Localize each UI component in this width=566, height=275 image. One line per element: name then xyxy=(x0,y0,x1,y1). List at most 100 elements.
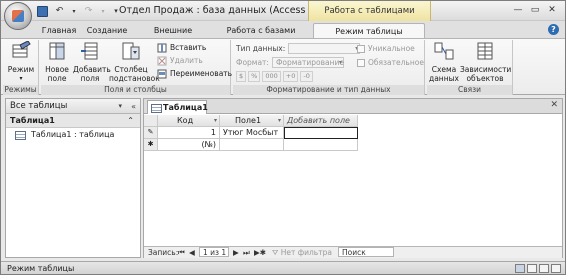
navigation-pane: Все таблицы ▾ « Таблица1 ⌃ Таблица1 : та… xyxy=(5,98,141,258)
ribbon: Режим ▾ Режимы Новое поле Добавить поля … xyxy=(1,38,565,95)
office-button[interactable] xyxy=(4,2,32,30)
minimize-icon[interactable]: — xyxy=(511,4,525,16)
percent-format-button[interactable]: % xyxy=(248,71,261,82)
datasheet-view-icon xyxy=(12,40,31,58)
datasheet-view-button[interactable] xyxy=(515,264,525,273)
no-filter-button[interactable]: ⛛ Нет фильтра xyxy=(272,247,332,258)
nav-pane-header[interactable]: Все таблицы ▾ « xyxy=(6,99,140,114)
unique-label: Уникальное xyxy=(368,44,415,53)
relationships-label: Схема данных xyxy=(429,65,459,83)
nav-pane-title: Все таблицы xyxy=(10,101,68,111)
tab-database-tools[interactable]: Работа с базами данных xyxy=(215,23,307,50)
cell-field1[interactable]: Утюг Мосбыт xyxy=(220,127,284,139)
object-dependencies-label: Зависимости объектов xyxy=(460,65,512,83)
record-position-input[interactable]: 1 из 1 xyxy=(199,247,229,257)
relationships-button[interactable]: Схема данных xyxy=(429,41,459,83)
delete-column-button[interactable]: Удалить xyxy=(157,56,203,66)
required-checkbox-row[interactable]: Обязательное xyxy=(357,57,424,68)
format-dropdown-icon: ▾ xyxy=(338,59,342,66)
currency-format-button[interactable]: $ xyxy=(236,71,247,82)
column-header-field1[interactable]: Поле1 ▾ xyxy=(220,115,284,127)
pivot-chart-view-button[interactable] xyxy=(539,264,549,273)
thousands-format-button[interactable]: 000 xyxy=(262,71,281,82)
view-button-label: Режим xyxy=(7,65,35,74)
row-selector-new[interactable]: ✱ xyxy=(144,139,158,151)
nav-menu-chevron-icon[interactable]: ▾ xyxy=(118,99,122,114)
cell-add-field-new[interactable] xyxy=(284,139,358,151)
new-record-icon[interactable]: ▶✱ xyxy=(254,247,266,258)
cell-field1-new[interactable] xyxy=(220,139,284,151)
cell-id-new[interactable]: (№) xyxy=(158,139,220,151)
view-switcher xyxy=(515,264,561,273)
tab-datasheet[interactable]: Режим таблицы xyxy=(313,23,425,38)
save-icon[interactable] xyxy=(37,5,48,17)
new-field-label: Новое поле xyxy=(45,65,69,83)
row-selector-edit[interactable]: ✎ xyxy=(144,127,158,139)
undo-icon[interactable]: ↶ xyxy=(54,6,65,17)
cell-add-field-active[interactable] xyxy=(284,127,358,139)
pivot-table-view-button[interactable] xyxy=(527,264,537,273)
rename-column-label: Переименовать xyxy=(170,69,233,78)
column-sort-icon[interactable]: ▾ xyxy=(278,115,281,126)
group-views: Режим ▾ Режимы xyxy=(3,40,39,95)
status-bar: Режим таблицы xyxy=(1,261,565,274)
redo-dropdown-icon[interactable]: ▾ xyxy=(100,6,106,17)
format-combo[interactable]: Форматирование ▾ xyxy=(271,57,344,68)
column-header-add-field[interactable]: Добавить поле xyxy=(284,115,358,127)
column-header-id[interactable]: Код ▾ xyxy=(158,115,220,127)
cell-id[interactable]: 1 xyxy=(158,127,220,139)
redo-icon[interactable]: ↷ xyxy=(83,6,94,17)
document-tab-label: Таблица1 xyxy=(163,103,208,112)
group-relationships: Схема данных Зависимости объектов Связи xyxy=(427,40,513,95)
tab-home[interactable]: Главная xyxy=(37,23,81,38)
group-format-datatype: Тип данных: ▾ Формат: Форматирование ▾ $… xyxy=(233,40,425,95)
last-record-icon[interactable]: ⏭ xyxy=(243,247,250,258)
format-label: Формат: xyxy=(236,58,269,67)
next-record-icon[interactable]: ▶ xyxy=(233,247,239,258)
shutter-bar-close-icon[interactable]: « xyxy=(131,99,136,114)
previous-record-icon[interactable]: ◀ xyxy=(189,247,195,258)
new-field-button[interactable]: Новое поле xyxy=(43,41,71,83)
add-fields-icon xyxy=(81,42,98,60)
view-dropdown-icon: ▾ xyxy=(19,75,23,82)
search-input[interactable]: Поиск xyxy=(338,247,394,257)
nav-item-table1[interactable]: Таблица1 : таблица xyxy=(6,128,140,142)
nav-group-collapse-icon[interactable]: ⌃ xyxy=(127,114,134,128)
view-button[interactable]: Режим ▾ xyxy=(5,40,37,83)
design-view-button[interactable] xyxy=(551,264,561,273)
unique-checkbox-row[interactable]: Уникальное xyxy=(357,43,415,54)
column-sort-icon[interactable]: ▾ xyxy=(214,115,217,126)
column-header-label: Код xyxy=(177,116,194,125)
nav-group-header[interactable]: Таблица1 ⌃ xyxy=(6,114,140,128)
insert-column-button[interactable]: Вставить xyxy=(157,43,206,53)
first-record-icon[interactable]: ⏮ xyxy=(178,247,185,258)
lookup-column-button[interactable]: Столбец подстановок xyxy=(109,41,160,83)
relationships-icon xyxy=(434,42,454,60)
select-all-corner[interactable] xyxy=(144,115,158,127)
required-label: Обязательное xyxy=(368,58,424,67)
data-type-combo[interactable]: ▾ xyxy=(288,43,361,54)
nav-item-label: Таблица1 : таблица xyxy=(31,130,115,139)
tab-create[interactable]: Создание xyxy=(85,23,129,38)
document-tab-table1[interactable]: Таблица1 xyxy=(147,100,208,114)
help-icon[interactable]: ? xyxy=(548,24,559,35)
decrease-decimals-button[interactable]: -0 xyxy=(300,71,313,82)
no-filter-label: Нет фильтра xyxy=(280,248,332,257)
undo-dropdown-icon[interactable]: ▾ xyxy=(71,6,77,17)
required-checkbox[interactable] xyxy=(357,58,365,67)
group-fields-columns: Новое поле Добавить поля Столбец подстан… xyxy=(41,40,232,95)
format-buttons: $ % 000 +0 -0 xyxy=(236,71,313,82)
increase-decimals-button[interactable]: +0 xyxy=(282,71,299,82)
maximize-icon[interactable]: ▭ xyxy=(528,4,542,16)
lookup-column-label: Столбец подстановок xyxy=(109,65,160,83)
unique-checkbox[interactable] xyxy=(357,44,365,53)
group-views-label: Режимы xyxy=(3,85,38,95)
rename-column-button[interactable]: Переименовать xyxy=(157,69,232,79)
close-document-icon[interactable]: ✕ xyxy=(550,100,558,110)
close-icon[interactable]: ✕ xyxy=(545,4,559,16)
group-fields-columns-label: Поля и столбцы xyxy=(41,85,230,95)
tab-external-data[interactable]: Внешние данные xyxy=(137,23,209,50)
insert-column-icon xyxy=(157,43,167,53)
object-dependencies-button[interactable]: Зависимости объектов xyxy=(460,41,512,83)
add-fields-button[interactable]: Добавить поля xyxy=(73,41,111,83)
